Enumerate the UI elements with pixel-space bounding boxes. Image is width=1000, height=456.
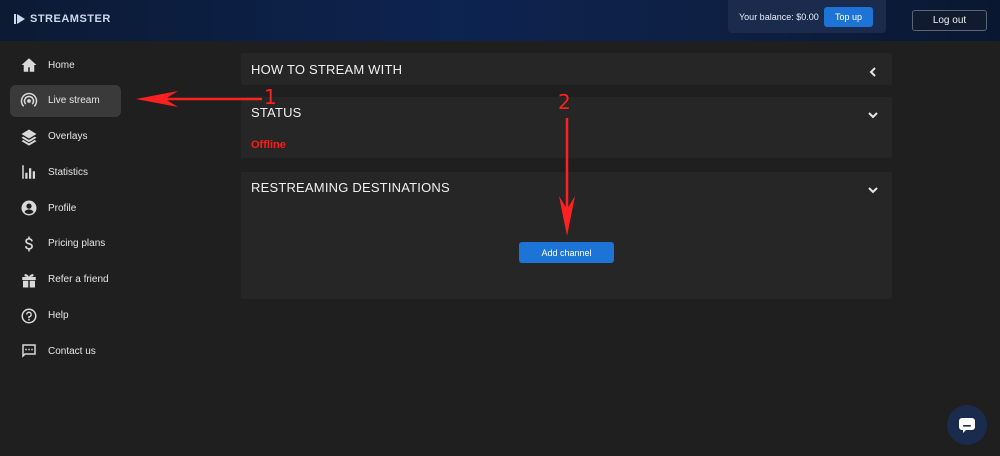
play-logo-icon <box>14 14 25 24</box>
annotation-label-1: 1 <box>264 85 277 109</box>
home-icon <box>20 56 38 74</box>
logo-text: STREAMSTER <box>30 13 111 25</box>
help-icon <box>20 307 38 325</box>
top-up-button[interactable]: Top up <box>824 7 873 27</box>
log-out-button[interactable]: Log out <box>912 10 987 31</box>
gift-icon <box>20 271 38 289</box>
chat-bubble-icon <box>959 418 975 433</box>
sidebar-item-overlays[interactable]: Overlays <box>10 121 121 153</box>
sidebar-item-label: Profile <box>48 202 77 214</box>
sidebar-item-profile[interactable]: Profile <box>10 192 121 224</box>
chat-widget-button[interactable] <box>947 405 987 445</box>
chevron-left-icon[interactable] <box>868 64 878 77</box>
top-header: STREAMSTER Your balance: $0.00 Top up Lo… <box>0 0 1000 41</box>
add-channel-button[interactable]: Add channel <box>519 242 614 263</box>
chevron-down-icon[interactable] <box>868 107 878 119</box>
sidebar-item-help[interactable]: Help <box>10 300 121 332</box>
sidebar-item-live-stream[interactable]: Live stream <box>10 84 121 117</box>
sidebar-item-label: Refer a friend <box>48 274 109 286</box>
sidebar-item-statistics[interactable]: Statistics <box>10 156 121 188</box>
sidebar-item-label: Contact us <box>48 345 96 357</box>
sidebar-nav: Home Live stream Overlays Statistics Pro… <box>10 49 121 371</box>
broadcast-icon <box>20 92 38 110</box>
sidebar-item-label: Pricing plans <box>48 238 106 250</box>
dollar-icon <box>20 235 38 253</box>
sidebar-item-home[interactable]: Home <box>10 49 121 81</box>
balance-box: Your balance: $0.00 Top up <box>728 0 886 33</box>
sidebar-item-label: Overlays <box>48 131 88 143</box>
restreaming-destinations-panel: RESTREAMING DESTINATIONS Add channel <box>241 172 892 299</box>
streamster-logo[interactable]: STREAMSTER <box>14 13 111 25</box>
sidebar-item-label: Live stream <box>48 95 100 107</box>
status-badge: Offline <box>251 139 286 151</box>
sidebar-item-contact-us[interactable]: Contact us <box>10 335 121 367</box>
how-to-stream-panel[interactable]: HOW TO STREAM WITH <box>241 53 892 85</box>
panel-title: HOW TO STREAM WITH <box>251 62 403 77</box>
chat-icon <box>20 342 38 360</box>
layers-icon <box>20 128 38 146</box>
chevron-down-icon[interactable] <box>868 182 878 194</box>
balance-text: Your balance: $0.00 <box>739 12 819 22</box>
sidebar-item-label: Statistics <box>48 166 89 178</box>
annotation-label-2: 2 <box>558 90 571 114</box>
bar-chart-icon <box>20 163 38 181</box>
sidebar-item-pricing-plans[interactable]: Pricing plans <box>10 228 121 260</box>
sidebar-item-refer-a-friend[interactable]: Refer a friend <box>10 264 121 296</box>
user-icon <box>20 199 38 217</box>
sidebar-item-label: Home <box>48 59 75 71</box>
panel-title: RESTREAMING DESTINATIONS <box>251 180 450 195</box>
sidebar-item-label: Help <box>48 310 69 322</box>
